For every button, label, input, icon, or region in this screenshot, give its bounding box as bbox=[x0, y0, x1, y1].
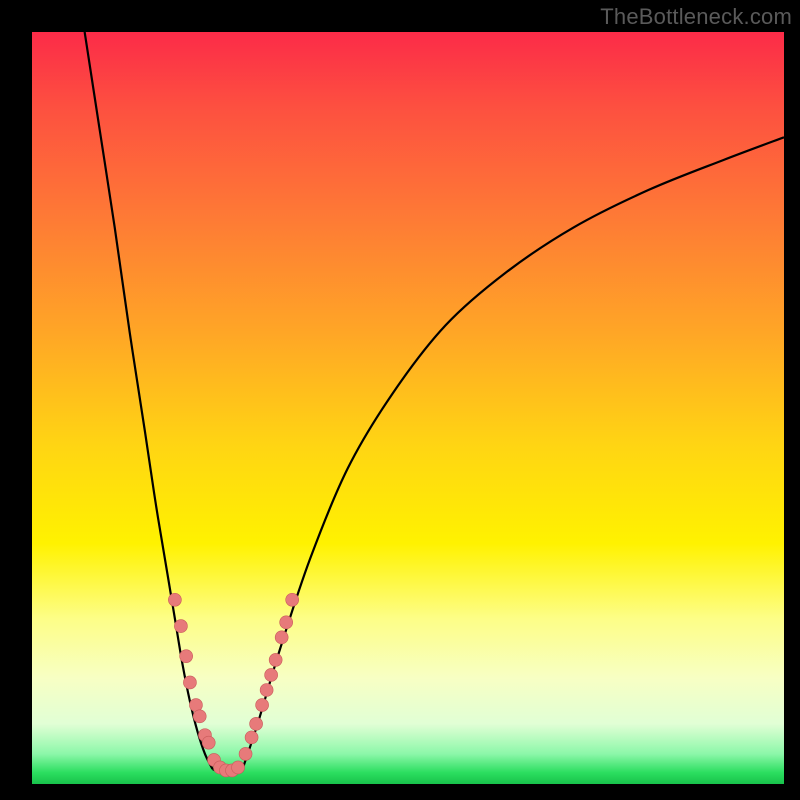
bead-marker bbox=[275, 631, 288, 644]
bead-marker bbox=[269, 653, 282, 666]
bead-marker bbox=[193, 710, 206, 723]
plot-area bbox=[32, 32, 784, 784]
bead-marker bbox=[260, 684, 273, 697]
bead-marker bbox=[265, 668, 278, 681]
bead-marker bbox=[286, 593, 299, 606]
curve-right-branch bbox=[243, 137, 784, 769]
bead-marker bbox=[180, 650, 193, 663]
curve-left-branch bbox=[85, 32, 213, 769]
bead-marker bbox=[168, 593, 181, 606]
watermark-text: TheBottleneck.com bbox=[600, 4, 792, 30]
chart-frame: TheBottleneck.com bbox=[0, 0, 800, 800]
bead-marker bbox=[202, 736, 215, 749]
bead-marker bbox=[174, 620, 187, 633]
bead-marker bbox=[256, 699, 269, 712]
bead-marker bbox=[280, 616, 293, 629]
bead-marker bbox=[183, 676, 196, 689]
curve-svg bbox=[32, 32, 784, 784]
bead-group bbox=[168, 593, 298, 777]
bead-marker bbox=[232, 761, 245, 774]
bead-marker bbox=[245, 731, 258, 744]
bead-marker bbox=[250, 717, 263, 730]
bead-marker bbox=[239, 747, 252, 760]
